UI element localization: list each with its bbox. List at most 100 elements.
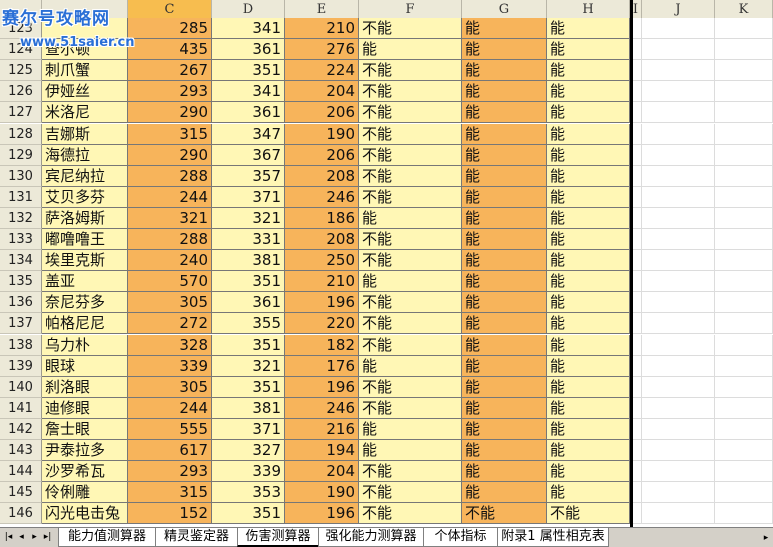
cell-f[interactable]: 能 [359, 440, 462, 462]
empty-cell[interactable] [715, 39, 773, 61]
row-header[interactable]: 131 [0, 186, 42, 208]
cell-h[interactable]: 能 [547, 482, 630, 504]
cell-h[interactable]: 能 [547, 313, 630, 335]
spreadsheet-grid[interactable]: C D E F G H I J K 123 285 341 210 不能能能 124 查尔顿 435 361 276… [0, 0, 773, 527]
cell-h[interactable]: 能 [547, 229, 630, 251]
cell-h[interactable]: 能 [547, 144, 630, 166]
cell-g[interactable]: 能 [462, 461, 547, 483]
cell-name[interactable]: 尹泰拉多 [42, 440, 128, 462]
empty-cell[interactable] [715, 503, 773, 525]
cell-g[interactable]: 能 [462, 229, 547, 251]
empty-cell[interactable] [715, 18, 773, 40]
cell-e[interactable]: 220 [285, 313, 359, 335]
row-header[interactable]: 127 [0, 102, 42, 124]
empty-cell[interactable] [642, 165, 715, 187]
sheet-tab[interactable]: 个体指标 [423, 528, 498, 547]
sheet-nav-button[interactable]: ◂ [15, 530, 28, 545]
cell-e[interactable]: 196 [285, 503, 359, 525]
row-header[interactable]: 146 [0, 503, 42, 525]
row-header[interactable]: 134 [0, 250, 42, 272]
empty-cell[interactable] [642, 271, 715, 293]
cell-e[interactable]: 216 [285, 418, 359, 440]
cell-c[interactable]: 240 [128, 250, 212, 272]
cell-e[interactable]: 208 [285, 165, 359, 187]
cell-h[interactable]: 能 [547, 123, 630, 145]
cell-h[interactable]: 能 [547, 165, 630, 187]
cell-f[interactable]: 不能 [359, 102, 462, 124]
cell-c[interactable]: 290 [128, 144, 212, 166]
cell-c[interactable]: 244 [128, 186, 212, 208]
cell-f[interactable]: 不能 [359, 144, 462, 166]
cell-f[interactable]: 能 [359, 271, 462, 293]
cell-d[interactable]: 321 [212, 355, 285, 377]
cell-name[interactable]: 刺爪蟹 [42, 60, 128, 82]
column-header-g[interactable]: G [462, 0, 547, 20]
cell-d[interactable]: 347 [212, 123, 285, 145]
cell-e[interactable]: 196 [285, 292, 359, 314]
scroll-right-button[interactable]: ▸ [759, 530, 773, 545]
row-header[interactable]: 129 [0, 144, 42, 166]
empty-cell[interactable] [715, 376, 773, 398]
row-header[interactable]: 128 [0, 123, 42, 145]
cell-d[interactable]: 321 [212, 207, 285, 229]
cell-name[interactable]: 埃里克斯 [42, 250, 128, 272]
empty-cell[interactable] [715, 60, 773, 82]
cell-d[interactable]: 361 [212, 102, 285, 124]
cell-g[interactable]: 能 [462, 123, 547, 145]
cell-f[interactable]: 不能 [359, 60, 462, 82]
cell-c[interactable]: 267 [128, 60, 212, 82]
cell-d[interactable]: 355 [212, 313, 285, 335]
cell-name[interactable]: 吉娜斯 [42, 123, 128, 145]
cell-g[interactable]: 能 [462, 60, 547, 82]
cell-d[interactable]: 371 [212, 418, 285, 440]
cell-f[interactable]: 能 [359, 39, 462, 61]
cell-e[interactable]: 210 [285, 18, 359, 40]
cell-e[interactable]: 196 [285, 376, 359, 398]
column-header-c[interactable]: C [128, 0, 212, 20]
cell-name[interactable]: 伊娅丝 [42, 81, 128, 103]
row-header[interactable]: 144 [0, 461, 42, 483]
empty-cell[interactable] [715, 165, 773, 187]
cell-d[interactable]: 351 [212, 60, 285, 82]
cell-f[interactable]: 不能 [359, 397, 462, 419]
cell-f[interactable]: 不能 [359, 123, 462, 145]
cell-g[interactable]: 能 [462, 18, 547, 40]
empty-cell[interactable] [642, 186, 715, 208]
cell-h[interactable]: 能 [547, 81, 630, 103]
cell-name[interactable]: 沙罗希瓦 [42, 461, 128, 483]
cell-name[interactable]: 帕格尼尼 [42, 313, 128, 335]
cell-c[interactable]: 293 [128, 461, 212, 483]
cell-name[interactable]: 詹士眼 [42, 418, 128, 440]
row-header[interactable]: 145 [0, 482, 42, 504]
cell-name[interactable]: 米洛尼 [42, 102, 128, 124]
cell-h[interactable]: 能 [547, 376, 630, 398]
empty-cell[interactable] [715, 186, 773, 208]
cell-h[interactable]: 能 [547, 250, 630, 272]
cell-e[interactable]: 206 [285, 102, 359, 124]
row-header[interactable]: 138 [0, 334, 42, 356]
cell-c[interactable]: 617 [128, 440, 212, 462]
empty-cell[interactable] [715, 229, 773, 251]
cell-h[interactable]: 能 [547, 271, 630, 293]
cell-g[interactable]: 能 [462, 144, 547, 166]
cell-g[interactable]: 能 [462, 186, 547, 208]
row-header[interactable]: 141 [0, 397, 42, 419]
cell-name[interactable]: 伶俐雕 [42, 482, 128, 504]
empty-cell[interactable] [715, 334, 773, 356]
cell-c[interactable]: 244 [128, 397, 212, 419]
cell-g[interactable]: 能 [462, 376, 547, 398]
cell-name[interactable]: 嘟噜噜王 [42, 229, 128, 251]
sheet-tab[interactable]: 伤害测算器 [237, 528, 319, 547]
empty-cell[interactable] [715, 250, 773, 272]
cell-d[interactable]: 381 [212, 250, 285, 272]
cell-h[interactable]: 能 [547, 397, 630, 419]
sheet-tab[interactable]: 附录1 属性相克表 [497, 528, 609, 547]
cell-g[interactable]: 能 [462, 250, 547, 272]
cell-f[interactable]: 不能 [359, 313, 462, 335]
empty-cell[interactable] [642, 18, 715, 40]
cell-g[interactable]: 能 [462, 334, 547, 356]
cell-h[interactable]: 能 [547, 60, 630, 82]
cell-name[interactable]: 刹洛眼 [42, 376, 128, 398]
column-header-k[interactable]: K [715, 0, 773, 20]
cell-d[interactable]: 351 [212, 271, 285, 293]
